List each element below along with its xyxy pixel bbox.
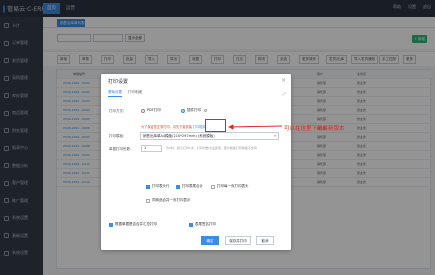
help-icon[interactable] — [204, 109, 207, 112]
dialog-title: 打印设置 — [108, 79, 129, 85]
template-label: 打印模板: — [109, 134, 125, 138]
checkbox-checked — [109, 222, 113, 227]
radio-pdf[interactable]: PDF打印 — [141, 108, 161, 113]
check-merge-summary[interactable]: 根据单据是否合并汇总打印 — [109, 222, 157, 227]
radio-circle-selected — [181, 108, 185, 113]
check-signature[interactable]: 表尾签名打印 — [189, 222, 216, 227]
dialog-tabs: 基础设置 打印明细 — [108, 90, 142, 97]
copies-input[interactable]: 1 — [141, 145, 162, 152]
ok-button[interactable]: 确定 — [201, 236, 219, 245]
tab-print-details[interactable]: 打印明细 — [128, 90, 142, 97]
plugin-warning: 为了保证您正常打印，请先下载安装 打印插件 — [141, 124, 206, 129]
radio-plugin[interactable]: 插件打印 — [181, 108, 207, 113]
checkbox-checked — [176, 184, 180, 189]
check-print-header[interactable]: 打印表头行 — [146, 184, 170, 189]
close-icon[interactable]: × — [281, 77, 286, 84]
check-print-footer[interactable]: 打印表尾合计 — [176, 184, 203, 189]
checkbox-checked — [146, 184, 150, 189]
warning-text: 为了保证您正常打印，请先下载安装 — [141, 125, 192, 129]
check-merge[interactable]: 同商品合并一页打印显示 — [146, 198, 191, 203]
expand-icon[interactable]: ⤢ — [283, 91, 286, 96]
checkbox-label: 同商品合并一页打印显示 — [152, 198, 191, 202]
cancel-button[interactable]: 取消 — [256, 236, 274, 245]
radio-circle — [141, 108, 145, 113]
print-settings-dialog: 打印设置 × 基础设置 打印明细 ⤢ 打印方式: PDF打印 插件打印 为了保证… — [101, 74, 291, 250]
copies-label: 单据打印份数: — [109, 147, 132, 151]
tab-basic-settings[interactable]: 基础设置 — [108, 90, 122, 97]
radio-label: 插件打印 — [187, 108, 201, 112]
copies-hint: 为0时，默认打印1次，打印份数为设置值，部分模板打印模板不支持 — [166, 146, 257, 150]
highlight-box — [205, 119, 226, 132]
annotation-text: 可以在这里下载最新版本 — [284, 126, 345, 132]
download-plugin-link[interactable]: 打印插件 — [193, 125, 206, 129]
checkbox-label: 打印表尾合计 — [182, 184, 203, 188]
template-select[interactable]: 销售出库单A4模板(210*297mm) (系统模板) ▾ — [140, 132, 279, 140]
save-print-button[interactable]: 保存并打印 — [225, 236, 251, 245]
checkbox-label: 根据单据是否合并汇总打印 — [115, 222, 157, 226]
check-page-header[interactable]: 打印每一页打印表头 — [211, 184, 249, 189]
chevron-down-icon: ▾ — [274, 134, 276, 138]
checkbox — [211, 184, 215, 189]
template-value: 销售出库单A4模板(210*297mm) (系统模板) — [143, 134, 215, 138]
checkbox-label: 打印每一页打印表头 — [217, 184, 249, 188]
checkbox-checked — [189, 222, 193, 227]
checkbox-label: 打印表头行 — [152, 184, 170, 188]
print-method-label: 打印方式: — [109, 109, 125, 113]
radio-label: PDF打印 — [147, 108, 161, 112]
checkbox-label: 表尾签名打印 — [195, 222, 216, 226]
checkbox — [146, 198, 150, 203]
